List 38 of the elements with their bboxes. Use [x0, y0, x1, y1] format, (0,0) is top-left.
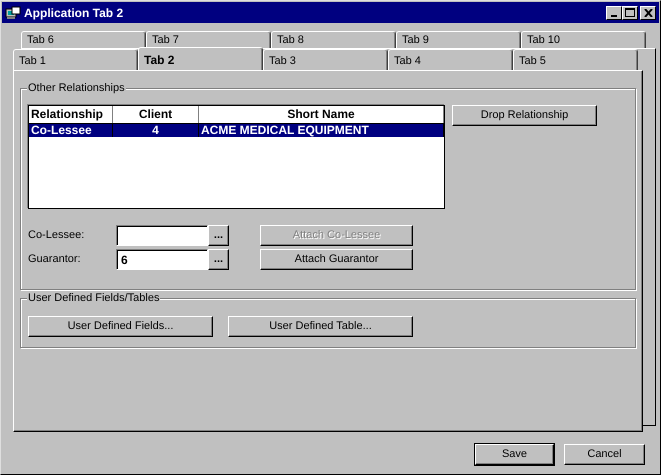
tab[interactable]: Tab 1 — [13, 49, 138, 70]
column-header[interactable]: Short Name — [199, 106, 444, 123]
button[interactable]: User Defined Table... — [228, 316, 413, 337]
field-label: Guarantor: — [28, 252, 82, 268]
tab[interactable]: Tab 2 — [138, 47, 263, 70]
button[interactable]: Drop Relationship — [452, 105, 597, 126]
tab[interactable]: Tab 4 — [388, 49, 513, 70]
tab[interactable]: Tab 3 — [263, 49, 388, 70]
tab[interactable]: Tab 9 — [396, 31, 521, 48]
tab[interactable]: Tab 10 — [521, 31, 646, 48]
column-header[interactable]: Relationship — [29, 106, 113, 123]
tab[interactable]: Tab 7 — [146, 31, 271, 48]
app-icon — [5, 6, 21, 20]
button[interactable]: Cancel — [564, 444, 645, 465]
tab[interactable]: Tab 8 — [271, 31, 396, 48]
field-label: Co-Lessee: — [28, 228, 86, 244]
minimize-icon — [611, 14, 617, 16]
tab[interactable]: Tab 5 — [513, 49, 638, 70]
maximize-icon — [625, 8, 635, 17]
group-title: Other Relationships — [27, 81, 126, 95]
table-row[interactable]: Co-Lessee 4 ACME MEDICAL EQUIPMENT — [29, 124, 444, 137]
input-field[interactable] — [116, 225, 208, 246]
maximize-button[interactable] — [622, 6, 638, 20]
button[interactable]: Attach Guarantor — [260, 249, 413, 270]
input-field[interactable]: 6 — [116, 249, 208, 270]
close-icon — [644, 8, 652, 16]
button[interactable]: User Defined Fields... — [28, 316, 213, 337]
button[interactable]: Save — [475, 444, 554, 465]
table-cell: 4 — [113, 124, 199, 137]
minimize-button[interactable] — [606, 6, 622, 20]
browse-button[interactable]: ... — [208, 249, 229, 270]
table-cell: ACME MEDICAL EQUIPMENT — [199, 124, 444, 137]
window-title: Application Tab 2 — [24, 4, 124, 22]
column-header[interactable]: Client — [113, 106, 199, 123]
table-cell: Co-Lessee — [29, 124, 113, 137]
close-button[interactable] — [640, 6, 656, 20]
tab[interactable]: Tab 6 — [21, 31, 146, 48]
browse-button[interactable]: ... — [208, 225, 229, 246]
